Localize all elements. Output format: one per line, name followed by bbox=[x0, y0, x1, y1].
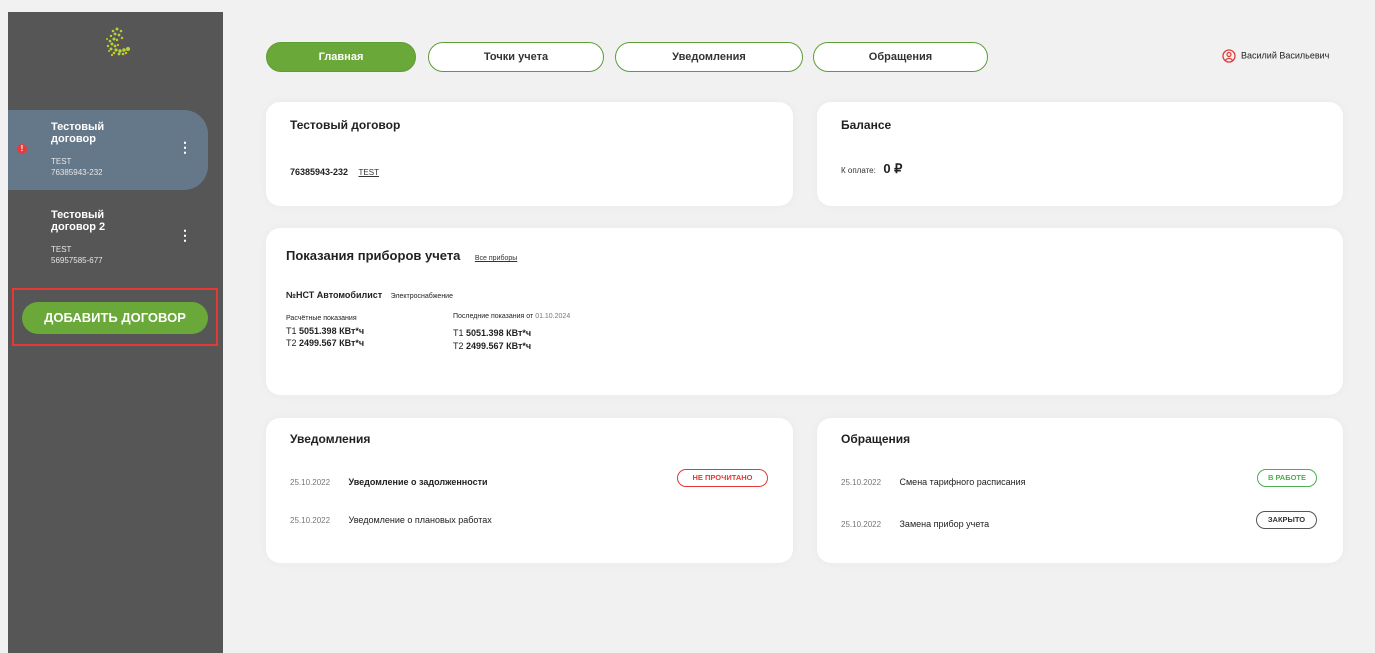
contract-item-2[interactable]: Тестовый договор 2 TEST 56957585-677 ⋮ bbox=[8, 198, 208, 278]
tariff-label: Т1 bbox=[453, 328, 464, 338]
notification-text: Уведомление о задолженности bbox=[348, 477, 488, 487]
tariff-label: Т2 bbox=[453, 341, 464, 351]
requests-card: Обращения 25.10.2022 Смена тарифного рас… bbox=[817, 418, 1343, 563]
user-menu[interactable]: Василий Васильевич bbox=[1222, 49, 1329, 65]
meters-title: Показания приборов учета bbox=[286, 248, 461, 263]
to-pay-label: К оплате: bbox=[841, 166, 876, 175]
contract-label: TEST bbox=[51, 157, 72, 166]
balance-title: Балансе bbox=[841, 118, 892, 132]
last-readings-text: Последние показания от bbox=[453, 313, 534, 320]
contract-card: Тестовый договор 76385943-232 TEST bbox=[266, 102, 793, 206]
tariff-label: Т2 bbox=[286, 338, 297, 348]
tab-metering-points[interactable]: Точки учета bbox=[428, 42, 604, 72]
contract-info: 76385943-232 TEST bbox=[290, 162, 379, 180]
more-menu-icon[interactable]: ⋮ bbox=[178, 140, 192, 154]
notifications-title: Уведомления bbox=[290, 432, 371, 446]
contract-number: 76385943-232 bbox=[51, 168, 103, 177]
status-badge-in-progress: В РАБОТЕ bbox=[1257, 469, 1317, 487]
notification-text: Уведомление о плановых работах bbox=[348, 515, 492, 525]
notification-date: 25.10.2022 bbox=[290, 478, 331, 487]
last-reading-t1: Т1 5051.398 КВт*ч bbox=[453, 328, 531, 338]
reading-value: 2499.567 КВт*ч bbox=[466, 341, 532, 351]
user-icon bbox=[1222, 49, 1236, 63]
tab-main[interactable]: Главная bbox=[266, 42, 416, 72]
more-menu-icon[interactable]: ⋮ bbox=[178, 228, 192, 242]
request-item[interactable]: 25.10.2022 Смена тарифного расписания bbox=[841, 472, 1026, 490]
last-readings-date: 01.10.2024 bbox=[535, 313, 571, 320]
status-badge-unread: НЕ ПРОЧИТАНО bbox=[677, 469, 768, 487]
contract-title: Тестовый договор 2 bbox=[51, 209, 106, 233]
tariff-label: Т1 bbox=[286, 326, 297, 336]
reading-value: 5051.398 КВт*ч bbox=[299, 326, 365, 336]
request-date: 25.10.2022 bbox=[841, 520, 882, 529]
calc-readings-label: Расчётные показания bbox=[286, 315, 357, 322]
balance-info: К оплате: 0 ₽ bbox=[841, 160, 902, 178]
meter-heading: №НСТ Автомобилист Электроснабжение bbox=[286, 285, 453, 303]
calc-reading-t2: Т2 2499.567 КВт*ч bbox=[286, 338, 364, 348]
add-contract-button[interactable]: ДОБАВИТЬ ДОГОВОР bbox=[22, 302, 208, 334]
tab-notifications[interactable]: Уведомления bbox=[615, 42, 803, 72]
user-name: Василий Васильевич bbox=[1241, 50, 1330, 61]
notifications-card: Уведомления 25.10.2022 Уведомление о зад… bbox=[266, 418, 793, 563]
contract-number: 76385943-232 bbox=[290, 167, 349, 177]
all-meters-link[interactable]: Все приборы bbox=[475, 255, 517, 262]
balance-amount: 0 ₽ bbox=[883, 161, 903, 176]
last-readings-label: Последние показания от 01.10.2024 bbox=[453, 313, 570, 320]
notification-item[interactable]: 25.10.2022 Уведомление о плановых работа… bbox=[290, 510, 492, 528]
tab-requests[interactable]: Обращения bbox=[813, 42, 988, 72]
request-item[interactable]: 25.10.2022 Замена прибор учета bbox=[841, 514, 989, 532]
meter-name: №НСТ Автомобилист bbox=[286, 290, 383, 300]
balance-card: Балансе К оплате: 0 ₽ bbox=[817, 102, 1343, 206]
meters-header: Показания приборов учета Все приборы bbox=[286, 247, 517, 265]
contract-item-1[interactable]: ! Тестовый договор TEST 76385943-232 ⋮ bbox=[8, 110, 208, 190]
reading-value: 2499.567 КВт*ч bbox=[299, 338, 365, 348]
request-date: 25.10.2022 bbox=[841, 478, 882, 487]
contract-label: TEST bbox=[51, 245, 72, 254]
notification-item[interactable]: 25.10.2022 Уведомление о задолженности bbox=[290, 472, 488, 490]
contract-number: 56957585-677 bbox=[51, 256, 103, 265]
meters-card: Показания приборов учета Все приборы №НС… bbox=[266, 228, 1343, 395]
last-reading-t2: Т2 2499.567 КВт*ч bbox=[453, 341, 531, 351]
meter-type: Электроснабжение bbox=[390, 293, 453, 300]
alert-icon: ! bbox=[17, 144, 27, 154]
request-text: Смена тарифного расписания bbox=[899, 477, 1026, 487]
notification-date: 25.10.2022 bbox=[290, 516, 331, 525]
requests-title: Обращения bbox=[841, 432, 911, 446]
calc-reading-t1: Т1 5051.398 КВт*ч bbox=[286, 326, 364, 336]
logo-icon bbox=[106, 27, 130, 57]
sidebar: ! Тестовый договор TEST 76385943-232 ⋮ Т… bbox=[8, 12, 223, 653]
contract-card-title: Тестовый договор bbox=[290, 118, 401, 132]
contract-title: Тестовый договор bbox=[51, 121, 105, 145]
contract-label-link[interactable]: TEST bbox=[359, 168, 379, 177]
request-text: Замена прибор учета bbox=[899, 519, 990, 529]
reading-value: 5051.398 КВт*ч bbox=[466, 328, 532, 338]
status-badge-closed: ЗАКРЫТО bbox=[1256, 511, 1317, 529]
